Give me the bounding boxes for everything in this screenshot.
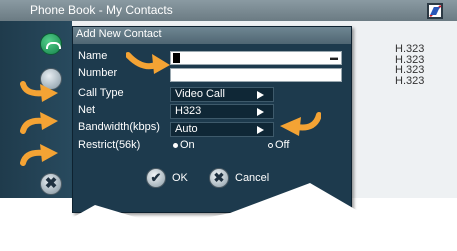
hint-arrow-icon: [20, 144, 58, 166]
torn-paper-edge: [0, 183, 457, 251]
hint-arrow-icon: [126, 52, 170, 74]
hint-arrow-icon: [20, 112, 58, 134]
hint-arrow-icon: [280, 112, 321, 136]
phone-book-screen: Phone Book - My Contacts ✖ H.323 H.323 H…: [0, 0, 457, 251]
hint-arrow-icon: [20, 81, 58, 102]
